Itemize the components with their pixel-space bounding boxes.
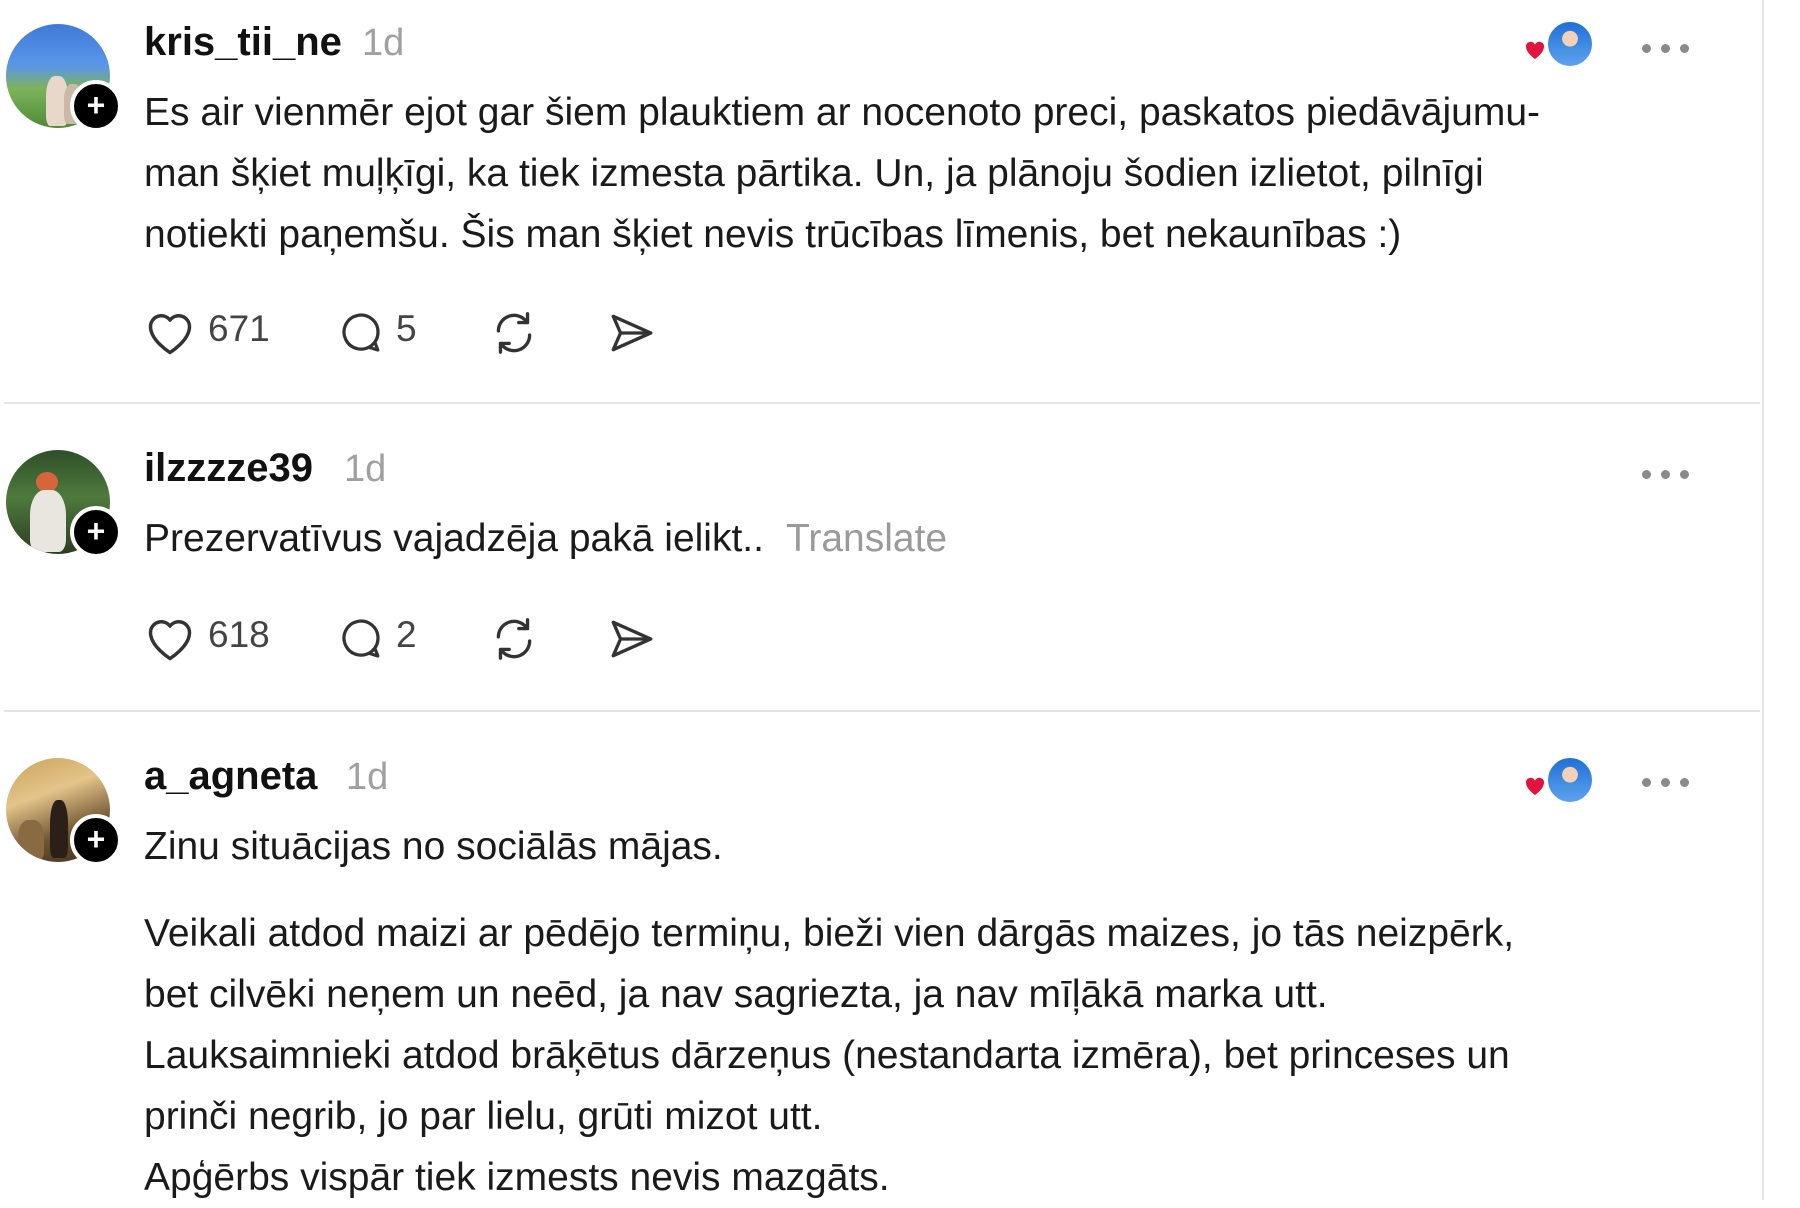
send-icon [611,314,653,352]
share-button[interactable] [606,300,666,360]
timestamp: 1d [344,448,387,490]
post-text-line: Lauksaimnieki atdod brāķētus dārzeņus (n… [144,1034,1510,1077]
post-text-line: notiekti paņemšu. Šis man šķiet nevis tr… [144,213,1402,256]
translate-link[interactable]: Translate [786,517,947,560]
username[interactable]: ilzzzze39 [144,446,313,491]
heart-filled-icon [1524,776,1546,798]
speech-bubble-icon [342,619,380,658]
post-text-line: Zinu situācijas no sociālās mājas. [144,825,723,868]
post-divider [4,402,1760,404]
liked-by-indicator[interactable] [1520,756,1594,804]
post-text-line: bet cilvēki neņem un neēd, ja nav sagrie… [144,973,1328,1016]
post-actions: 671 5 [144,300,744,360]
like-count: 671 [208,308,270,349]
avatar[interactable]: + [6,24,122,132]
more-horizontal-icon[interactable] [1636,38,1696,58]
post-text-line: prinči negrib, jo par lielu, grūti mizot… [144,1095,823,1138]
post-text: Prezervatīvus vajadzēja pakā ielikt.. Tra… [144,508,1704,569]
speech-bubble-icon [342,313,380,352]
more-horizontal-icon[interactable] [1636,464,1696,484]
post-text-line: Apģērbs vispār tiek izmests nevis mazgāt… [144,1156,890,1199]
like-button[interactable]: 618 [144,606,274,666]
heart-filled-icon [1524,40,1546,62]
username[interactable]: kris_tii_ne [144,20,342,65]
follow-plus-icon[interactable]: + [70,814,122,866]
timestamp: 1d [346,756,389,798]
reply-button[interactable]: 5 [336,300,436,360]
post-actions: 618 2 [144,606,744,666]
like-button[interactable]: 671 [144,300,274,360]
repost-icon [496,618,532,660]
liked-by-indicator[interactable] [1520,20,1594,68]
post-text: Es air vienmēr ejot gar šiem plauktiem a… [144,82,1704,265]
heart-outline-icon [148,620,192,661]
more-horizontal-icon[interactable] [1636,772,1696,792]
timestamp: 1d [362,22,405,64]
follow-plus-icon[interactable]: + [70,506,122,558]
like-count: 618 [208,614,270,655]
repost-button[interactable] [488,300,548,360]
follow-plus-icon[interactable]: + [70,80,122,132]
post-text-line: Es air vienmēr ejot gar šiem plauktiem a… [144,91,1541,134]
repost-button[interactable] [488,606,548,666]
repost-icon [496,312,532,354]
post-text-line: man šķiet muļķīgi, ka tiek izmesta pārti… [144,152,1484,195]
send-icon [611,620,653,658]
post-text-line: Prezervatīvus vajadzēja pakā ielikt.. [144,517,764,560]
right-gutter [1764,0,1800,1200]
reply-count: 5 [396,308,417,349]
liker-avatar [1546,756,1594,804]
avatar[interactable]: + [6,758,122,866]
reply-count: 2 [396,614,417,655]
liker-avatar [1546,20,1594,68]
threads-feed: + kris_tii_ne 1d Es air vienmēr ejot gar… [0,0,1764,1200]
post-text: Zinu situācijas no sociālās mājas. Veika… [144,816,1704,1208]
post-text-line: Veikali atdod maizi ar pēdējo termiņu, b… [144,912,1515,955]
post-divider [4,710,1760,712]
share-button[interactable] [606,606,666,666]
heart-outline-icon [148,314,192,355]
reply-button[interactable]: 2 [336,606,436,666]
username[interactable]: a_agneta [144,754,317,799]
avatar[interactable]: + [6,450,122,558]
